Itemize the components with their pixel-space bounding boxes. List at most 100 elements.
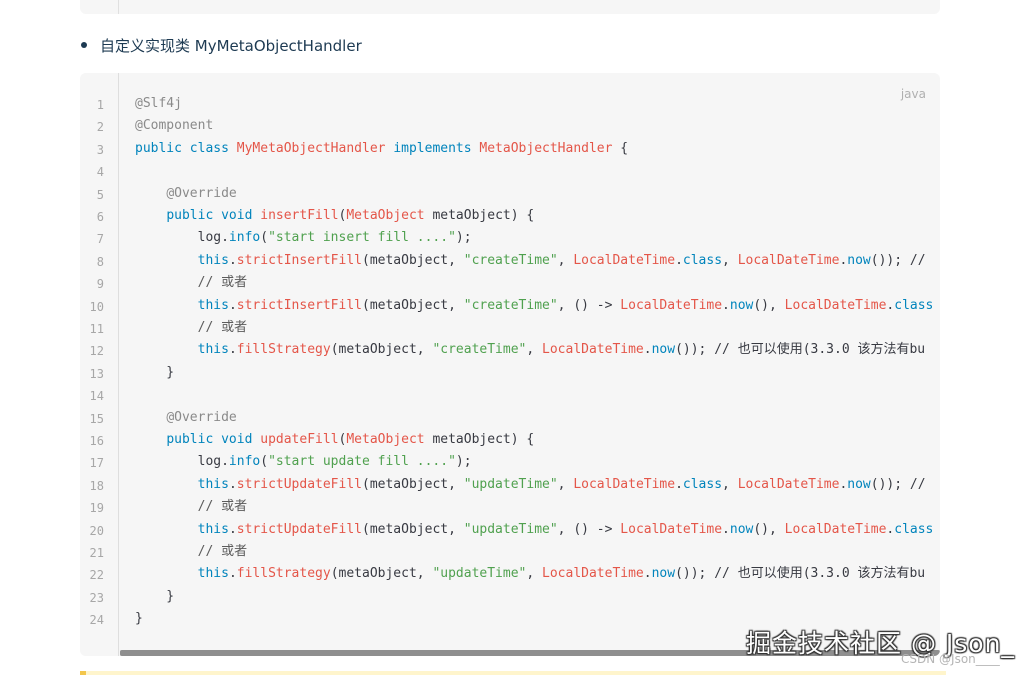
code-token: . (228, 566, 237, 582)
code-token: (metaObject, (330, 566, 433, 582)
code-line: this.strictInsertFill(metaObject, "creat… (135, 296, 934, 316)
code-line: // 或者 (135, 273, 247, 293)
code-token: (metaObject, (362, 521, 464, 537)
code-line: @Override (135, 408, 237, 428)
code-token: , () -> (557, 297, 621, 313)
code-token: MetaObjectHandler (479, 140, 621, 156)
code-token: } (135, 588, 175, 604)
code-token: LocalDateTime (620, 297, 723, 313)
code-line: @Override (135, 184, 236, 204)
code-token: . (228, 342, 237, 358)
previous-code-gutter (118, 0, 119, 14)
code-token: "createTime" (463, 297, 558, 313)
code-token: strictUpdateFill (236, 476, 362, 492)
code-token: "updateTime" (432, 566, 527, 582)
code-block[interactable]: java @Slf4j @Component public class MyMeta… (80, 73, 940, 656)
code-token: (metaObject, (330, 342, 433, 358)
code-token: insertFill (260, 208, 339, 223)
code-line: // 或者 (135, 497, 247, 517)
code-token: LocalDateTime (573, 252, 676, 268)
code-token: public (135, 140, 190, 156)
line-number: 23 (89, 590, 104, 605)
code-token: public (166, 208, 222, 223)
code-token: , (557, 252, 574, 268)
csdn-watermark: CSDN @Json____ (901, 652, 1000, 666)
code-token: this (197, 342, 229, 358)
code-token: now (729, 521, 754, 537)
line-number: 5 (96, 187, 104, 202)
code-token: class (894, 297, 934, 313)
code-token: ()); // (870, 252, 934, 268)
code-token: . (228, 521, 237, 537)
code-token: strictInsertFill (236, 252, 362, 268)
code-token: LocalDateTime (542, 342, 644, 358)
code-token: // 或者 (197, 275, 248, 291)
code-token: ( (260, 454, 269, 470)
code-token: this (197, 476, 229, 492)
code-token: LocalDateTime (784, 521, 887, 537)
code-token: void (221, 432, 261, 447)
line-number: 17 (89, 456, 104, 471)
code-line: @Slf4j (135, 94, 182, 114)
code-token: . (228, 252, 237, 268)
code-token: now (651, 342, 676, 358)
code-token: "start update fill ...." (268, 454, 456, 470)
code-token: log. (135, 454, 229, 470)
line-number: 3 (96, 142, 104, 157)
code-token: . (643, 566, 652, 582)
code-line: } (135, 587, 174, 607)
code-token: @Override (166, 409, 237, 425)
code-token: ); (455, 454, 472, 470)
code-token: this (197, 297, 229, 313)
code-token: . (722, 297, 730, 313)
code-line: } (135, 609, 143, 629)
code-token: log. (135, 230, 229, 246)
code-token: fillStrategy (236, 342, 331, 358)
code-token: metaObject) { (432, 432, 535, 447)
code-token: (metaObject, (362, 252, 464, 268)
code-token: "start insert fill ...." (268, 230, 456, 246)
code-token: , (526, 566, 543, 582)
bullet-text: 自定义实现类 MyMetaObjectHandler (100, 36, 362, 55)
code-line: this.strictUpdateFill(metaObject, "updat… (135, 475, 933, 495)
line-number: 2 (96, 120, 104, 135)
line-number: 8 (96, 254, 104, 269)
code-token: // 或者 (197, 320, 248, 335)
previous-code-block (80, 0, 940, 14)
code-token: void (221, 208, 261, 223)
code-token: class (682, 476, 723, 492)
code-token: // 或者 (197, 544, 248, 559)
code-line: public void updateFill(MetaObject metaOb… (135, 430, 534, 450)
line-number: 12 (89, 344, 104, 359)
code-token: class (189, 140, 237, 156)
code-token: MyMetaObjectHandler (236, 140, 394, 156)
code-token: } (135, 611, 143, 627)
line-number: 7 (96, 232, 104, 247)
code-token: strictUpdateFill (236, 521, 362, 537)
code-line: // 或者 (135, 318, 247, 338)
code-line: public void insertFill(MetaObject metaOb… (135, 206, 534, 226)
code-token: LocalDateTime (573, 476, 676, 492)
code-token: MetaObject (346, 432, 433, 447)
code-token: (metaObject, (362, 297, 464, 313)
code-token: @Component (135, 118, 214, 134)
line-number: 24 (89, 613, 104, 628)
line-number: 6 (96, 210, 104, 224)
code-token: class (894, 521, 934, 537)
line-number: 16 (89, 434, 104, 448)
code-token: "createTime" (463, 252, 558, 268)
line-number: 22 (89, 568, 104, 583)
code-token: , (526, 342, 543, 358)
code-token: LocalDateTime (542, 566, 644, 582)
line-number: 14 (89, 389, 104, 404)
code-token: ); (455, 230, 472, 246)
